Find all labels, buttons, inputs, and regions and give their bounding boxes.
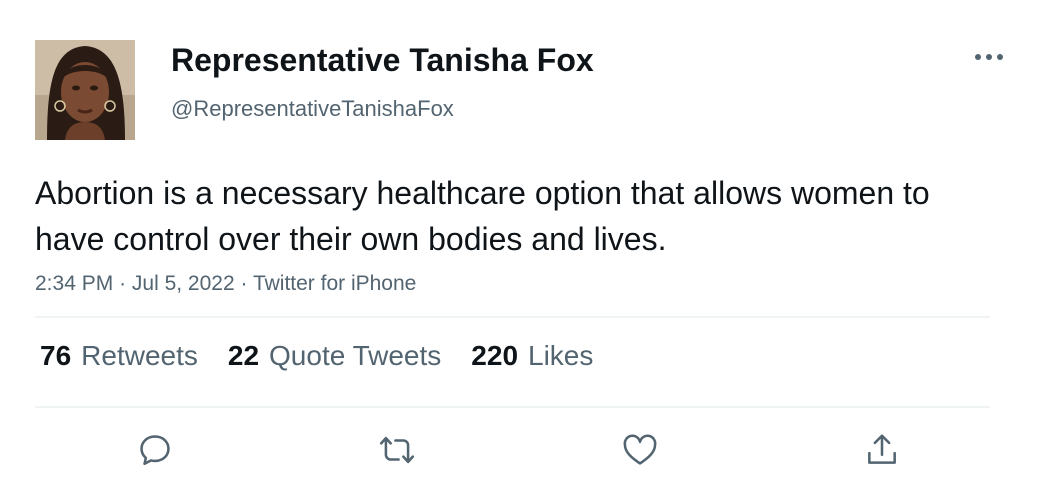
- tweet-text: Abortion is a necessary healthcare optio…: [35, 175, 930, 257]
- avatar[interactable]: [35, 40, 135, 140]
- reply-icon: [140, 435, 170, 466]
- meta-separator: ·: [240, 272, 253, 295]
- like-icon: [623, 434, 657, 465]
- share-button[interactable]: [860, 428, 904, 472]
- profile-photo-icon: [35, 40, 135, 140]
- retweet-button[interactable]: [375, 428, 419, 472]
- tweet-metadata: 2:34 PM · Jul 5, 2022 · Twitter for iPho…: [35, 272, 416, 296]
- likes-stat[interactable]: 220 Likes: [471, 340, 593, 372]
- quote-tweets-stat[interactable]: 22 Quote Tweets: [228, 340, 441, 372]
- share-icon: [868, 434, 896, 464]
- retweets-label: Retweets: [81, 340, 198, 371]
- like-button[interactable]: [618, 428, 662, 472]
- display-name[interactable]: Representative Tanisha Fox: [171, 42, 594, 79]
- retweet-icon: [379, 436, 415, 464]
- user-handle[interactable]: @RepresentativeTanishaFox: [171, 96, 454, 122]
- likes-count: 220: [471, 340, 519, 371]
- reply-button[interactable]: [133, 428, 177, 472]
- quote-tweets-label: Quote Tweets: [269, 340, 442, 371]
- engagement-stats: 76 Retweets 22 Quote Tweets 220 Likes: [40, 340, 593, 372]
- tweet-card: Representative Tanisha Fox @Representati…: [0, 0, 1050, 480]
- tweet-source[interactable]: Twitter for iPhone: [253, 272, 416, 295]
- likes-label: Likes: [528, 340, 594, 371]
- meta-separator: ·: [119, 272, 132, 295]
- retweets-count: 76: [40, 340, 72, 371]
- more-options-button[interactable]: [968, 44, 1010, 70]
- tweet-date[interactable]: Jul 5, 2022: [132, 272, 235, 295]
- more-icon: [975, 54, 1003, 60]
- quote-tweets-count: 22: [227, 340, 260, 371]
- tweet-time[interactable]: 2:34 PM: [35, 272, 113, 295]
- divider: [35, 406, 990, 408]
- divider: [35, 316, 990, 318]
- retweets-stat[interactable]: 76 Retweets: [40, 340, 198, 372]
